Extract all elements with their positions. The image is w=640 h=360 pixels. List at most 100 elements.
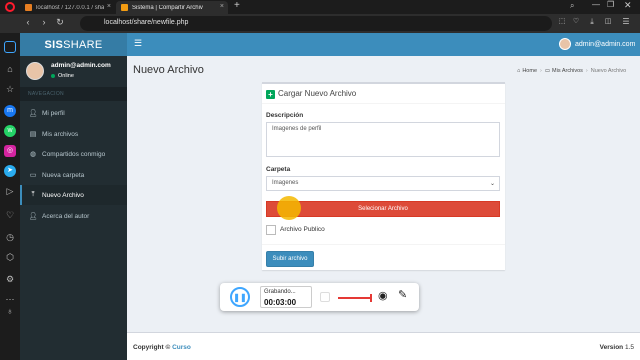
sidebar-item-label: Nueva carpeta: [42, 171, 85, 179]
copyright-label: Copyright ©: [133, 344, 171, 351]
messenger-icon[interactable]: m: [4, 105, 16, 117]
description-value: Imagenes de perfil: [272, 126, 322, 132]
tab-phpmyadmin[interactable]: localhost / 127.0.0.1 / share ×: [20, 1, 115, 14]
opera-sidebar: ⌂ ☆ m w ◎ ➤ ▷ ♡ ◷ ⬡ ⚙ ⋯ ♁: [0, 33, 20, 360]
opera-logo[interactable]: [5, 2, 15, 12]
cube-icon[interactable]: ⬡: [4, 251, 16, 263]
folder-select[interactable]: Imagenes ⌄: [266, 176, 500, 191]
public-checkbox-label: Archivo Publico: [280, 226, 325, 233]
header-user-email: admin@admin.com: [575, 40, 636, 48]
whatsapp-icon[interactable]: w: [4, 125, 16, 137]
download-icon[interactable]: ⤓: [586, 17, 598, 27]
settings-icon[interactable]: ⚙: [4, 273, 16, 285]
address-toolbar: ‹ › ↻ localhost/share/newfile.php ⬚ ♡ ⤓ …: [0, 14, 640, 33]
back-icon[interactable]: ‹: [22, 17, 34, 27]
pause-button[interactable]: ❚❚: [230, 287, 250, 307]
page-title: Nuevo Archivo: [133, 64, 204, 76]
form-heading: Cargar Nuevo Archivo: [278, 89, 357, 98]
logo-rest: SHARE: [63, 38, 103, 51]
webcam-icon[interactable]: ◉: [378, 289, 388, 302]
submit-button[interactable]: Subir archivo: [266, 251, 314, 267]
page-footer: Copyright © Curso Version 1.5: [127, 332, 640, 360]
box-divider: [262, 244, 505, 245]
tab-title: localhost / 127.0.0.1 / share: [36, 4, 104, 11]
recording-time: 00:03:00: [264, 298, 297, 307]
submit-label: Subir archivo: [272, 256, 308, 262]
breadcrumb-mis-archivos[interactable]: Mis Archivos: [552, 68, 583, 74]
select-file-label: Selecionar Archivo: [358, 206, 408, 212]
folder-label: Carpeta: [266, 166, 291, 173]
browser-tab-bar: localhost / 127.0.0.1 / share × Sistema …: [0, 0, 640, 14]
top-navbar: ☰ admin@admin.com: [127, 33, 640, 56]
nav-header-label: NAVEGACION: [28, 91, 64, 97]
screen-recorder-widget: ❚❚ Grabando... 00:03:00 ◉ ✎: [220, 283, 419, 311]
user-menu[interactable]: admin@admin.com: [559, 38, 635, 50]
sidebar-item-acerca-autor[interactable]: 👤︎ Acerca del autor: [20, 206, 127, 226]
breadcrumb-current: Nuevo Archivo: [590, 68, 627, 74]
minimize-button[interactable]: —: [592, 0, 600, 9]
close-tab-icon[interactable]: ×: [107, 3, 111, 10]
audio-level-slider[interactable]: [338, 297, 371, 299]
telegram-icon[interactable]: ➤: [4, 165, 16, 177]
tab-sistema[interactable]: Sistema | Compartir Archiv ×: [116, 1, 228, 14]
home-icon[interactable]: ⌂: [4, 63, 16, 75]
forward-icon[interactable]: ›: [38, 17, 50, 27]
sidebar-item-mis-archivos[interactable]: ▤ Mis archivos: [20, 124, 127, 144]
home-icon: ⌂: [517, 68, 521, 74]
description-textarea[interactable]: Imagenes de perfil: [266, 122, 500, 157]
sidebar-toggle-icon[interactable]: ☰: [134, 38, 142, 49]
sistema-favicon-icon: [121, 4, 128, 11]
clock-icon[interactable]: ◷: [4, 231, 16, 243]
snapshot-icon[interactable]: ◫: [602, 17, 614, 25]
close-tab-icon[interactable]: ×: [220, 3, 224, 10]
select-file-button[interactable]: Selecionar Archivo: [266, 201, 500, 217]
recording-status: Grabando...: [264, 289, 296, 295]
workspace-icon[interactable]: [4, 41, 16, 53]
new-tab-button[interactable]: +: [234, 0, 240, 11]
star-icon[interactable]: ☆: [4, 83, 16, 95]
cursor-highlight: [277, 196, 301, 220]
globe-icon: ◍: [29, 151, 37, 158]
heart-icon[interactable]: ♡: [570, 17, 582, 25]
app-sidebar: admin@admin.com Online NAVEGACION 👤︎ Mi p…: [20, 56, 127, 360]
phpmyadmin-favicon-icon: [25, 4, 32, 11]
sidebar-item-nueva-carpeta[interactable]: ▭ Nueva carpeta: [20, 165, 127, 185]
copyright-link[interactable]: Curso: [172, 344, 191, 351]
instagram-icon[interactable]: ◎: [4, 145, 16, 157]
logo-bold: SIS: [44, 38, 64, 51]
chevron-down-icon: ⌄: [489, 181, 495, 187]
sidebar-item-nuevo-archivo[interactable]: ⤒ Nuevo Archivo: [20, 185, 127, 205]
online-label: Online: [58, 73, 74, 79]
public-checkbox[interactable]: [266, 225, 276, 235]
sidebar-item-mi-perfil[interactable]: 👤︎ Mi perfil: [20, 103, 127, 123]
tab-title: Sistema | Compartir Archiv: [132, 4, 203, 11]
maximize-button[interactable]: ❐: [607, 0, 614, 9]
sidebar-user-email: admin@admin.com: [51, 62, 111, 69]
extensions-icon[interactable]: ⬚: [556, 17, 568, 25]
heart-icon[interactable]: ♡: [4, 209, 16, 221]
url-field[interactable]: localhost/share/newfile.php: [80, 16, 552, 31]
audio-level-handle[interactable]: [370, 294, 372, 302]
upload-form-box: + Cargar Nuevo Archivo Descripción Image…: [262, 82, 505, 270]
online-status: Online: [51, 73, 74, 79]
close-window-button[interactable]: ✕: [624, 0, 632, 11]
reload-icon[interactable]: ↻: [54, 17, 66, 28]
camera-toggle-icon[interactable]: [320, 292, 330, 302]
avatar: [26, 62, 44, 80]
breadcrumb-home[interactable]: Home: [522, 68, 537, 74]
sidebar-item-label: Compartidos conmigo: [42, 150, 106, 158]
more-icon[interactable]: ⋯: [4, 293, 16, 305]
user-icon: 👤︎: [28, 213, 38, 220]
sidebar-item-compartidos[interactable]: ◍ Compartidos conmigo: [20, 144, 127, 164]
app-logo[interactable]: SIS SHARE: [20, 33, 127, 56]
bulb-icon[interactable]: ♁: [4, 305, 16, 317]
upload-icon: ⤒: [31, 191, 35, 198]
sidebar-item-label: Mi perfil: [42, 109, 65, 117]
send-icon[interactable]: ▷: [4, 185, 16, 197]
menu-icon[interactable]: ☰: [620, 17, 632, 26]
folder-value: Imagenes: [272, 180, 299, 186]
breadcrumb-sep: ›: [585, 68, 588, 74]
tab-search-icon[interactable]: ⌕: [570, 1, 574, 11]
folder-icon: ▭: [544, 68, 551, 74]
pencil-icon[interactable]: ✎: [398, 288, 407, 301]
